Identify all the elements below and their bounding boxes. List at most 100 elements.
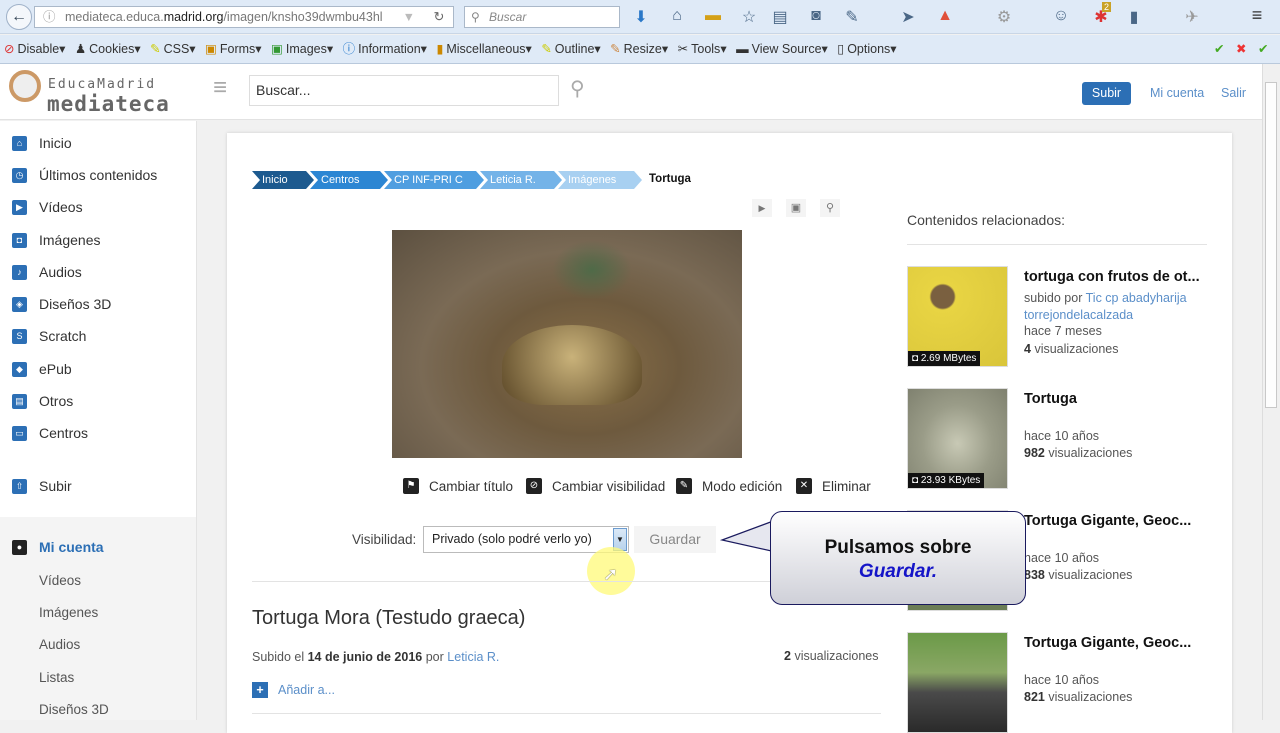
sidebar-item-ultimos[interactable]: ◷ Últimos contenidos — [12, 167, 157, 183]
back-button[interactable]: ← — [6, 4, 32, 30]
sidebar: ⌂ Inicio ◷ Últimos contenidos ▶ Vídeos ◘ Imá… — [0, 121, 197, 720]
error-icon[interactable]: ✖ — [1236, 35, 1246, 64]
tool-icon[interactable]: ✈ — [1181, 7, 1203, 27]
bm-forms[interactable]: ▣ Forms▾ — [205, 42, 262, 56]
sidebar-item-videos[interactable]: ▶ Vídeos — [12, 199, 83, 215]
eyedropper-icon[interactable]: ✎ — [841, 7, 863, 27]
related-title[interactable]: Tortuga Gigante, Geoc... — [1024, 635, 1191, 651]
browser-search-input[interactable]: ⚲ Buscar — [464, 6, 620, 28]
url-host: mediateca.educa. — [65, 10, 164, 24]
ruler-icon[interactable]: ▬ — [702, 7, 724, 25]
reload-icon[interactable]: ↻ — [424, 6, 454, 28]
breadcrumb-imagenes[interactable]: Imágenes — [558, 171, 642, 189]
bm-outline[interactable]: ✎ Outline▾ — [541, 42, 600, 56]
account-item-videos[interactable]: Vídeos — [39, 573, 81, 588]
size-badge: ◘ 23.93 KBytes — [908, 473, 985, 488]
bm-options[interactable]: ▯ Options▾ — [837, 42, 896, 56]
site-search-input[interactable]: Buscar... — [249, 75, 559, 106]
bm-miscellaneous[interactable]: ▮ Miscellaneous▾ — [436, 42, 531, 56]
clipboard-icon[interactable]: ▮ — [1123, 7, 1145, 27]
divider — [907, 244, 1207, 245]
bm-resize[interactable]: ✎ Resize▾ — [610, 42, 668, 56]
pencil-icon: ✎ — [676, 478, 692, 494]
sidebar-account[interactable]: ● Mi cuenta — [12, 539, 104, 555]
addon-icon[interactable]: ▲ — [934, 7, 956, 25]
sidebar-item-centros[interactable]: ▭ Centros — [12, 425, 88, 441]
breadcrumb-author[interactable]: Leticia R. — [480, 171, 562, 189]
related-title[interactable]: Tortuga — [1024, 391, 1077, 407]
flag-icon: ⚑ — [403, 478, 419, 494]
pocket-icon[interactable]: ◙ — [805, 7, 827, 25]
url-dropdown-icon[interactable]: ▼ — [403, 7, 415, 27]
related-thumbnail[interactable]: ◘ 23.93 KBytes — [907, 388, 1008, 489]
bookmark-star-icon[interactable]: ☆ — [738, 7, 760, 27]
bm-tools[interactable]: ✂ Tools▾ — [678, 42, 727, 56]
account-item-imagenes[interactable]: Imágenes — [39, 605, 98, 620]
sidebar-item-audios[interactable]: ♪ Audios — [12, 264, 82, 280]
home-icon[interactable]: ⌂ — [666, 7, 688, 25]
bm-css[interactable]: ✎ CSS▾ — [150, 42, 195, 56]
account-link[interactable]: Mi cuenta — [1150, 86, 1204, 100]
sidebar-item-otros[interactable]: ▤ Otros — [12, 393, 73, 409]
related-title[interactable]: Tortuga Gigante, Geoc... — [1024, 513, 1191, 529]
send-icon[interactable]: ➤ — [897, 7, 919, 27]
sidebar-item-epub[interactable]: ◆ ePub — [12, 361, 72, 377]
sidebar-item-imagenes[interactable]: ◘ Imágenes — [12, 232, 100, 248]
plus-icon: + — [252, 682, 268, 698]
sidebar-upload[interactable]: ⇧ Subir — [12, 478, 72, 494]
hamburger-icon[interactable]: ≡ — [213, 76, 227, 100]
visibility-select[interactable]: Privado (solo podré verlo yo) ▼ — [423, 526, 629, 553]
download-icon[interactable]: ⬇ — [630, 7, 652, 27]
logo-bottom[interactable]: mediateca — [47, 92, 170, 116]
bm-disable[interactable]: ⊘ Disable▾ — [4, 42, 65, 56]
breadcrumb-current: Tortuga — [649, 173, 691, 185]
upload-button[interactable]: Subir — [1082, 82, 1131, 105]
bm-view-source[interactable]: ▬ View Source▾ — [736, 42, 828, 56]
scrollbar-thumb[interactable] — [1265, 82, 1277, 408]
related-thumbnail[interactable]: ◘ 2.69 MBytes — [907, 266, 1008, 367]
save-icon[interactable]: ▣ — [786, 199, 806, 217]
check-icon[interactable]: ✔ — [1258, 35, 1268, 64]
search-icon[interactable]: ⚲ — [570, 76, 585, 101]
play-icon[interactable]: ▶ — [752, 199, 772, 217]
related-thumbnail[interactable] — [907, 632, 1008, 733]
edit-mode-button[interactable]: ✎ Modo edición — [676, 478, 782, 494]
gear-icon[interactable]: ⚙ — [993, 7, 1015, 27]
add-to-button[interactable]: + Añadir a... — [252, 682, 335, 698]
related-title[interactable]: tortuga con frutos de ot... — [1024, 269, 1200, 285]
breadcrumb-centro[interactable]: CP INF-PRI C — [384, 171, 484, 189]
check-icon[interactable]: ✔ — [1214, 35, 1224, 64]
bm-information[interactable]: ⓘ Information▾ — [343, 42, 427, 56]
upload-icon: ⇧ — [12, 478, 27, 494]
visibility-value: Privado (solo podré verlo yo) — [432, 532, 592, 546]
sidebar-item-scratch[interactable]: S Scratch — [12, 328, 86, 344]
save-button[interactable]: Guardar — [634, 526, 716, 553]
ban-icon: ⊘ — [526, 478, 542, 494]
extension-icon[interactable]: ✱ 2 — [1090, 2, 1112, 27]
scrollbar[interactable] — [1262, 64, 1280, 720]
tortoise-image[interactable] — [392, 230, 742, 458]
author-link[interactable]: Leticia R. — [447, 650, 499, 664]
sidebar-item-inicio[interactable]: ⌂ Inicio — [12, 135, 72, 151]
change-title-button[interactable]: ⚑ Cambiar título — [403, 478, 513, 494]
breadcrumb-inicio[interactable]: Inicio — [252, 171, 314, 189]
change-visibility-button[interactable]: ⊘ Cambiar visibilidad — [526, 478, 665, 494]
menu-icon[interactable]: ≡ — [1246, 5, 1268, 26]
educamadrid-logo-icon[interactable] — [9, 70, 41, 102]
epub-icon: ◆ — [12, 361, 27, 377]
user-icon: ● — [12, 539, 27, 555]
delete-button[interactable]: ✕ Eliminar — [796, 478, 871, 494]
account-item-audios[interactable]: Audios — [39, 637, 80, 652]
reading-list-icon[interactable]: ▤ — [769, 7, 791, 27]
bm-images[interactable]: ▣ Images▾ — [271, 42, 333, 56]
zoom-icon[interactable]: ⚲ — [820, 199, 840, 217]
breadcrumb-centros[interactable]: Centros — [310, 171, 388, 189]
account-item-disenos3d[interactable]: Diseños 3D — [39, 702, 109, 717]
logo-top[interactable]: EducaMadrid — [48, 77, 156, 92]
account-item-listas[interactable]: Listas — [39, 670, 74, 685]
logout-link[interactable]: Salir — [1221, 86, 1246, 100]
url-bar[interactable]: ⓘ mediateca.educa.madrid.org/imagen/knsho… — [34, 6, 454, 28]
sidebar-item-disenos3d[interactable]: ◈ Diseños 3D — [12, 296, 111, 312]
chat-icon[interactable]: ☺ — [1050, 7, 1072, 25]
bm-cookies[interactable]: ♟ Cookies▾ — [75, 42, 141, 56]
